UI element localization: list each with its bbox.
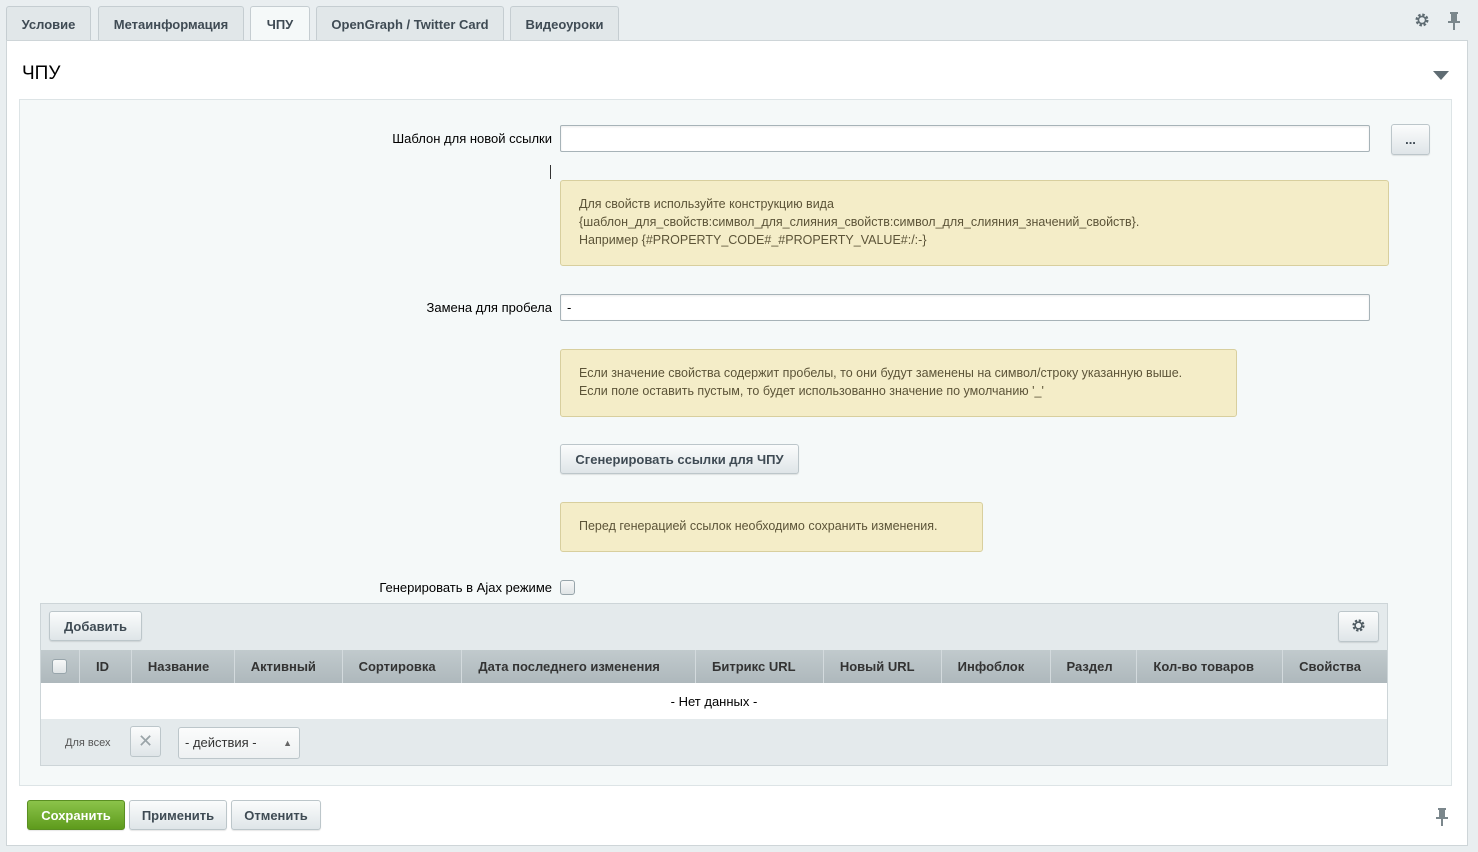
save-button[interactable]: Сохранить — [27, 800, 125, 830]
tab-chpu[interactable]: ЧПУ — [250, 6, 310, 42]
col-iblock[interactable]: Инфоблок — [942, 650, 1051, 683]
generate-links-button[interactable]: Сгенерировать ссылки для ЧПУ — [560, 444, 799, 474]
template-note-line: {шаблон_для_свойств:символ_для_слияния_с… — [579, 215, 1140, 229]
col-section[interactable]: Раздел — [1051, 650, 1138, 683]
col-new-url[interactable]: Новый URL — [824, 650, 942, 683]
tab-metainfo[interactable]: Метаинформация — [98, 6, 244, 41]
actions-select[interactable]: - действия - ▲ — [178, 727, 300, 759]
col-bitrix-url[interactable]: Битрикс URL — [696, 650, 824, 683]
top-icons — [1414, 12, 1464, 30]
tab-video-lessons[interactable]: Видеоуроки — [510, 6, 619, 41]
pin-icon[interactable] — [1448, 12, 1464, 30]
add-button[interactable]: Добавить — [49, 611, 142, 641]
select-all-checkbox[interactable] — [52, 659, 67, 674]
grid-empty-message: - Нет данных - — [41, 683, 1387, 719]
col-active[interactable]: Активный — [235, 650, 343, 683]
template-label: Шаблон для новой ссылки — [392, 131, 552, 146]
generate-note-text: Перед генерацией ссылок необходимо сохра… — [579, 519, 938, 533]
col-last-modified[interactable]: Дата последнего изменения — [462, 650, 697, 683]
col-name[interactable]: Название — [132, 650, 235, 683]
space-input[interactable]: - — [560, 294, 1370, 321]
space-note-line: Если значение свойства содержит пробелы,… — [579, 366, 1183, 380]
space-note-line: Если поле оставить пустым, то будет испо… — [579, 384, 1044, 398]
collapse-arrow-icon[interactable] — [1433, 71, 1449, 80]
template-picker-button[interactable]: ... — [1391, 124, 1430, 155]
grid-toolbar: Добавить — [41, 604, 1387, 650]
close-icon: ✕ — [137, 731, 154, 751]
template-note-line: Для свойств используйте конструкцию вида — [579, 197, 834, 211]
apply-button[interactable]: Применить — [129, 800, 227, 830]
col-properties[interactable]: Свойства — [1283, 650, 1387, 683]
template-note-line: Например {#PROPERTY_CODE#_#PROPERTY_VALU… — [579, 233, 927, 247]
text-cursor — [550, 165, 551, 179]
for-all-label: Для всех — [65, 737, 111, 749]
col-product-count[interactable]: Кол-во товаров — [1137, 650, 1284, 683]
col-id[interactable]: ID — [80, 650, 132, 683]
space-label: Замена для пробела — [426, 300, 552, 315]
select-all-cell — [41, 650, 80, 683]
template-note: Для свойств используйте конструкцию вида… — [560, 180, 1389, 266]
delete-button[interactable]: ✕ — [130, 726, 161, 757]
form-area: Шаблон для новой ссылки ... Для свойств … — [19, 99, 1452, 786]
cancel-button[interactable]: Отменить — [231, 800, 321, 830]
select-arrows-icon: ▲ — [283, 738, 292, 748]
tab-condition[interactable]: Условие — [6, 6, 91, 41]
section-title: ЧПУ — [22, 63, 61, 84]
pin-icon[interactable] — [1436, 808, 1448, 829]
gear-icon — [1351, 618, 1366, 636]
links-grid: Добавить ID Название Активный Сортировка… — [40, 603, 1388, 766]
generate-note: Перед генерацией ссылок необходимо сохра… — [560, 502, 983, 552]
ajax-checkbox[interactable] — [560, 580, 575, 595]
tab-opengraph[interactable]: OpenGraph / Twitter Card — [316, 6, 504, 41]
grid-footer: Для всех ✕ - действия - ▲ — [41, 719, 1387, 765]
grid-header: ID Название Активный Сортировка Дата пос… — [41, 650, 1387, 683]
main-panel: ЧПУ Шаблон для новой ссылки ... Для свой… — [6, 40, 1468, 846]
ajax-label: Генерировать в Ajax режиме — [379, 580, 552, 595]
col-sort[interactable]: Сортировка — [343, 650, 463, 683]
template-input[interactable] — [560, 125, 1370, 152]
actions-select-value: - действия - — [185, 735, 257, 750]
grid-settings-button[interactable] — [1338, 611, 1379, 642]
space-note: Если значение свойства содержит пробелы,… — [560, 349, 1237, 417]
gear-icon[interactable] — [1414, 12, 1430, 30]
